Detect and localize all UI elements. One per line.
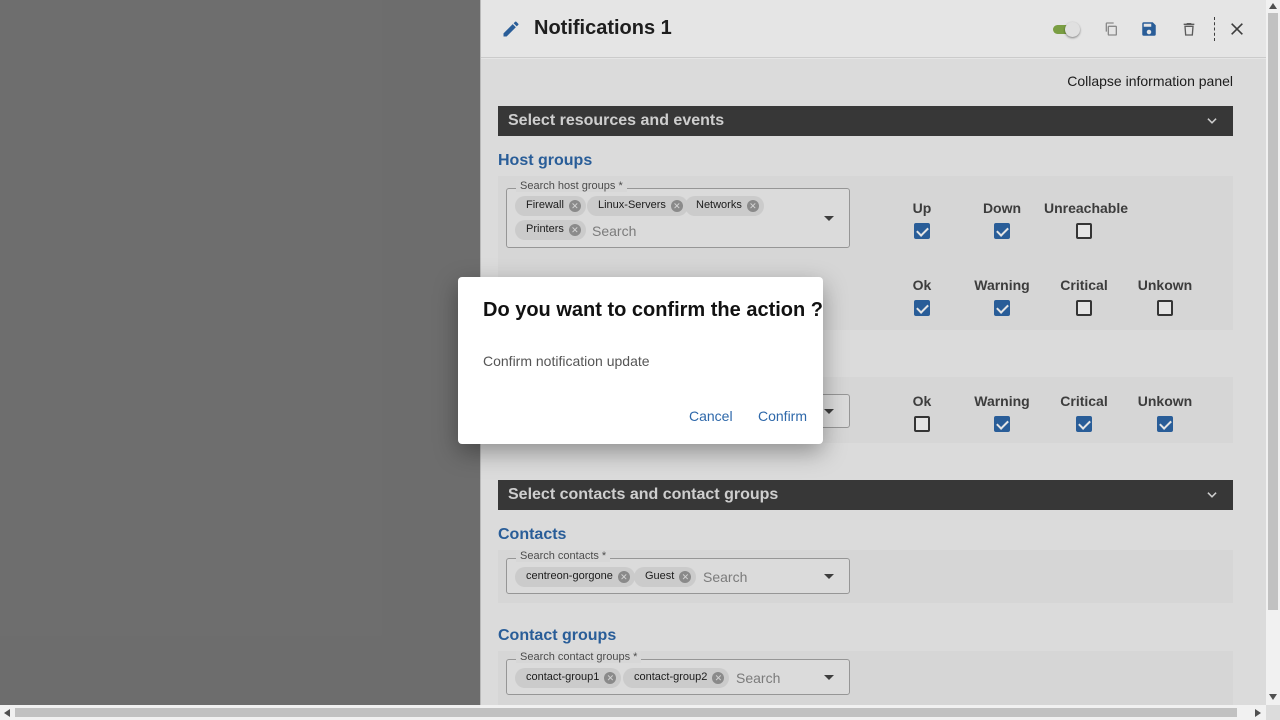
scroll-left-arrow-icon[interactable]	[4, 709, 10, 717]
horizontal-scrollbar[interactable]	[0, 705, 1266, 720]
vertical-scroll-thumb[interactable]	[1268, 13, 1278, 610]
scroll-down-arrow-icon[interactable]	[1269, 694, 1277, 700]
vertical-scrollbar[interactable]	[1266, 0, 1280, 705]
confirm-button[interactable]: Confirm	[758, 408, 807, 424]
cancel-button[interactable]: Cancel	[689, 408, 733, 424]
scrollbar-corner	[1266, 705, 1280, 720]
scroll-right-arrow-icon[interactable]	[1255, 709, 1261, 717]
dialog-title: Do you want to confirm the action ?	[483, 299, 823, 321]
confirm-dialog: Do you want to confirm the action ? Conf…	[458, 277, 823, 444]
scroll-up-arrow-icon[interactable]	[1269, 3, 1277, 9]
dialog-message: Confirm notification update	[483, 353, 650, 369]
horizontal-scroll-thumb[interactable]	[15, 708, 1237, 717]
